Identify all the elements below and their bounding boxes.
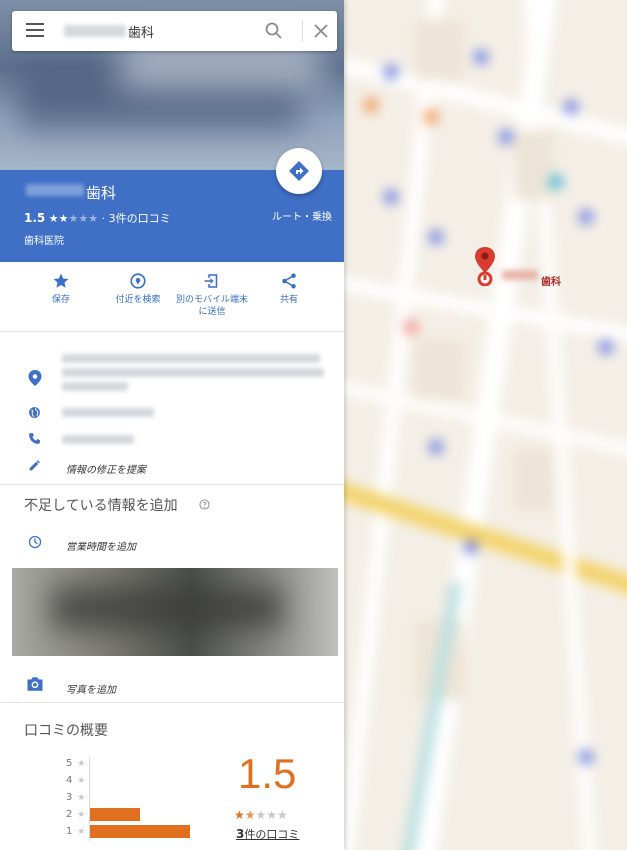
save-label: 保存 [51, 295, 70, 305]
map-tiles [344, 0, 627, 850]
place-title: 歯科 [86, 184, 117, 202]
histogram-row[interactable]: 4 ★ [66, 775, 85, 787]
search-icon[interactable] [264, 21, 284, 41]
rating-summary[interactable]: 1.5 ★★★★★ · 3件の口コミ [24, 210, 171, 226]
search-box[interactable]: 歯科 [12, 11, 337, 51]
globe-icon [29, 407, 40, 418]
phone-blurred[interactable] [62, 435, 134, 444]
location-pin-icon[interactable] [474, 246, 496, 286]
send-to-device-label: 別のモバイル端末に送信 [175, 295, 248, 317]
histogram-star-number: 1 [66, 826, 73, 837]
address-line-blurred [62, 382, 128, 391]
place-photo[interactable] [12, 568, 338, 656]
search-divider [302, 20, 303, 42]
star-icon: ★ [77, 827, 86, 837]
camera-icon [27, 677, 43, 691]
search-nearby-label: 付近を検索 [115, 295, 161, 305]
histogram-bar-2 [90, 808, 140, 821]
star-icon [53, 273, 69, 288]
histogram-star-number: 5 [66, 758, 73, 769]
route-button[interactable] [276, 148, 322, 194]
map-pin-label[interactable]: 歯科 [541, 273, 561, 288]
share-button[interactable]: 共有 [249, 272, 329, 306]
histogram-star-number: 3 [66, 792, 73, 803]
histogram-row[interactable]: 5 ★ [66, 758, 85, 770]
place-category[interactable]: 歯科医院 [24, 232, 64, 247]
place-name-blurred [26, 184, 84, 196]
suggest-edit-link[interactable]: 情報の修正を提案 [66, 461, 146, 476]
search-query-blurred [64, 25, 126, 37]
histogram-star-number: 4 [66, 775, 73, 786]
review-count-suffix: 件の口コミ [244, 828, 300, 841]
histogram-star-number: 2 [66, 809, 73, 820]
phone-icon [29, 433, 40, 444]
location-icon [28, 370, 42, 386]
send-to-device-button[interactable]: 別のモバイル端末に送信 [172, 272, 252, 318]
place-panel: 歯科 歯科 1.5 ★★★★★ · 3件の口コミ 歯科医院 ルート・乗換 保存 [0, 0, 344, 850]
review-count-text[interactable]: · 3件の口コミ [102, 212, 171, 225]
star-icon: ★ [77, 759, 86, 769]
divider [0, 484, 344, 485]
clock-icon [28, 535, 42, 549]
histogram-row[interactable]: 3 ★ [66, 792, 85, 804]
menu-icon[interactable] [26, 23, 44, 39]
divider [0, 702, 344, 703]
map-label-blurred [502, 270, 538, 280]
action-bar: 保存 付近を検索 別のモバイル端末に送信 共有 [0, 262, 344, 332]
share-icon [282, 273, 296, 289]
empty-star-icon: ★★★ [255, 808, 288, 822]
missing-info-title: 不足している情報を追加 [24, 498, 178, 514]
help-icon[interactable] [199, 499, 210, 510]
address-line-blurred [62, 368, 324, 377]
close-icon[interactable] [312, 22, 330, 40]
histogram-row[interactable]: 1 ★ [66, 826, 85, 838]
add-photo-link[interactable]: 写真を追加 [66, 681, 116, 696]
map-view[interactable]: 歯科 [344, 0, 627, 850]
website-blurred[interactable] [62, 408, 154, 417]
average-rating-stars: ★★★★★ [234, 808, 288, 822]
pencil-icon [29, 460, 40, 471]
share-label: 共有 [279, 295, 298, 305]
send-to-device-icon [204, 274, 218, 288]
rating-stars: ★★★★★ [48, 212, 99, 225]
search-nearby-button[interactable]: 付近を検索 [98, 272, 178, 306]
search-input[interactable]: 歯科 [128, 22, 154, 41]
route-label[interactable]: ルート・乗換 [272, 208, 332, 223]
star-icon: ★ [77, 776, 86, 786]
half-star-icon: ★ [244, 808, 256, 822]
star-icon: ★ [77, 810, 86, 820]
add-hours-link[interactable]: 営業時間を追加 [66, 538, 136, 553]
histogram-row[interactable]: 2 ★ [66, 809, 85, 821]
star-icon: ★ [234, 808, 245, 822]
average-rating: 1.5 [238, 750, 297, 797]
nearby-icon [130, 273, 146, 289]
star-icon: ★ [77, 793, 86, 803]
rating-value: 1.5 [24, 211, 46, 225]
save-button[interactable]: 保存 [21, 272, 101, 306]
review-summary-title: 口コミの概要 [24, 723, 108, 739]
address-line-blurred [62, 354, 320, 363]
review-count-link[interactable]: 3件の口コミ [236, 826, 299, 842]
histogram-bar-1 [90, 825, 190, 838]
directions-icon [289, 161, 309, 181]
